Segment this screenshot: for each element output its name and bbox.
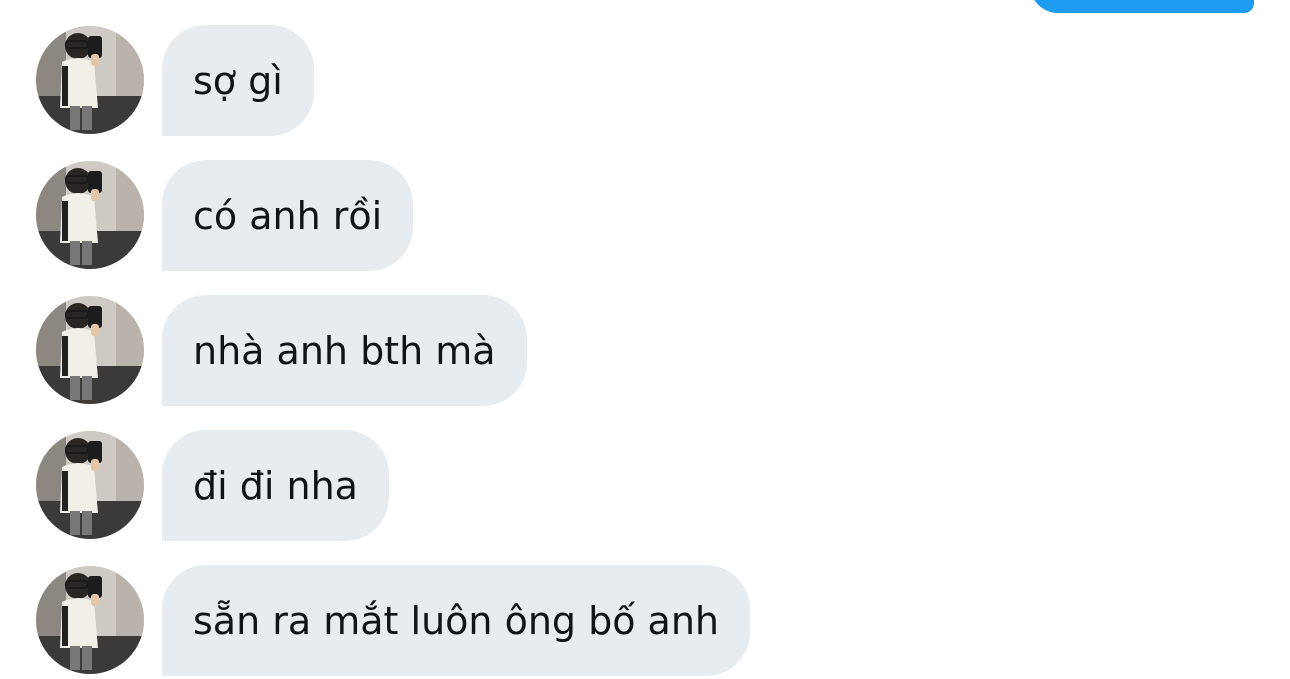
avatar-photo [36, 296, 144, 404]
message-thread: sợ gì có anh rồi nhà anh bth mà đi đi nh… [0, 0, 1290, 679]
message-bubble[interactable]: sẵn ra mắt luôn ông bố anh [162, 565, 751, 676]
message-row: sẵn ra mắt luôn ông bố anh [0, 565, 1290, 676]
avatar[interactable] [36, 26, 144, 134]
message-row: đi đi nha [0, 430, 1290, 541]
avatar[interactable] [36, 566, 144, 674]
message-bubble[interactable]: nhà anh bth mà [162, 295, 527, 406]
outgoing-message-bubble[interactable] [1030, 0, 1254, 13]
message-row: có anh rồi [0, 160, 1290, 271]
avatar-photo [36, 431, 144, 539]
message-text: sợ gì [193, 58, 283, 103]
avatar[interactable] [36, 296, 144, 404]
message-text: đi đi nha [193, 463, 358, 508]
message-text: nhà anh bth mà [193, 328, 496, 373]
avatar-photo [36, 26, 144, 134]
avatar-photo [36, 566, 144, 674]
message-bubble[interactable]: có anh rồi [162, 160, 414, 271]
message-bubble[interactable]: sợ gì [162, 25, 314, 136]
avatar-photo [36, 161, 144, 269]
message-text: sẵn ra mắt luôn ông bố anh [193, 598, 720, 643]
message-text: có anh rồi [193, 193, 383, 238]
avatar[interactable] [36, 431, 144, 539]
message-row: sợ gì [0, 25, 1290, 136]
message-bubble[interactable]: đi đi nha [162, 430, 389, 541]
avatar[interactable] [36, 161, 144, 269]
message-row: nhà anh bth mà [0, 295, 1290, 406]
